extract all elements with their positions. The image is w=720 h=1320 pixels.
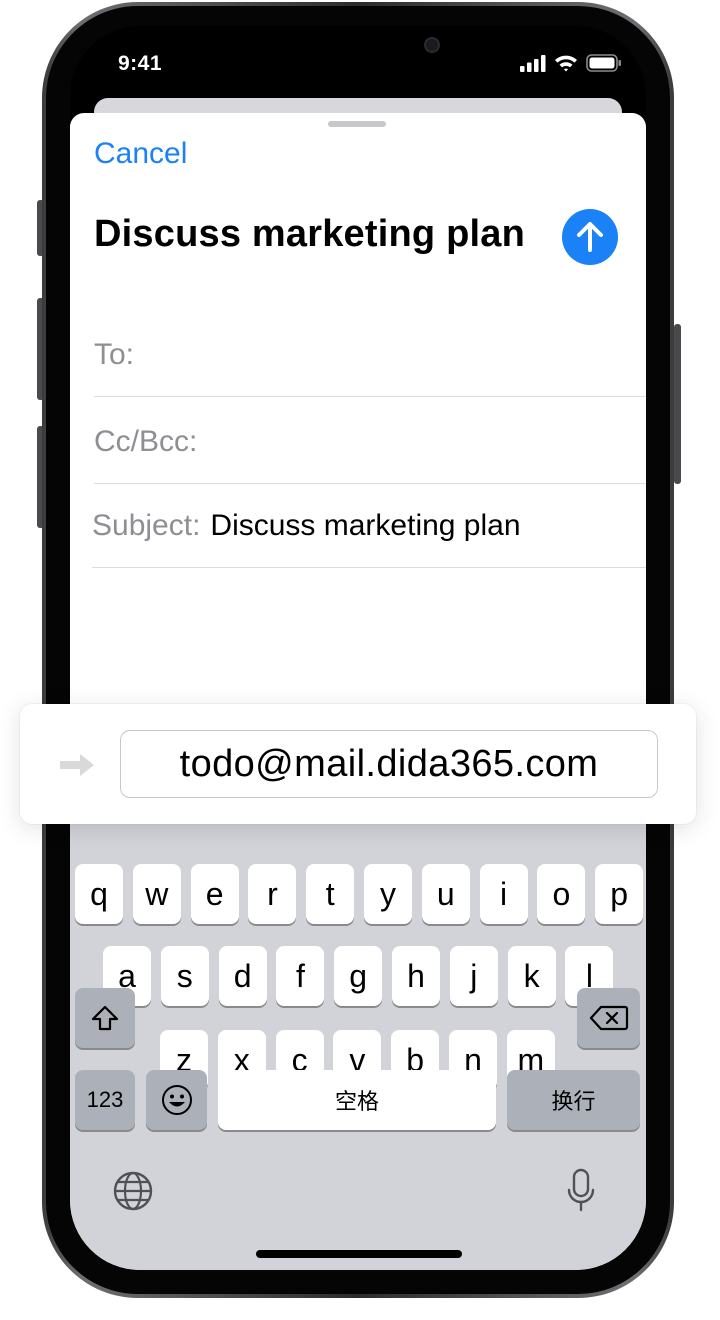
- cc-bcc-label: Cc/Bcc:: [94, 424, 198, 458]
- emoji-icon: [161, 1085, 192, 1115]
- key-y[interactable]: y: [364, 864, 412, 924]
- to-field[interactable]: To:: [94, 313, 646, 397]
- key-j[interactable]: j: [449, 946, 498, 1006]
- power-button: [674, 324, 681, 484]
- key-i[interactable]: i: [479, 864, 528, 924]
- wifi-icon: [555, 55, 577, 72]
- microphone-icon: [567, 1168, 595, 1212]
- compose-title: Discuss marketing plan: [94, 213, 525, 255]
- to-label: To:: [94, 337, 135, 371]
- send-button[interactable]: [562, 209, 618, 265]
- cellular-signal-icon: [520, 55, 546, 72]
- key-f[interactable]: f: [276, 946, 325, 1006]
- shift-key[interactable]: [75, 988, 135, 1048]
- emoji-key[interactable]: [146, 1070, 207, 1130]
- key-s[interactable]: s: [160, 946, 209, 1006]
- subject-value: Discuss marketing plan: [210, 508, 521, 542]
- key-h[interactable]: h: [392, 946, 440, 1006]
- space-key[interactable]: 空格: [218, 1070, 496, 1130]
- status-icons: [520, 54, 622, 72]
- key-e[interactable]: e: [190, 864, 239, 924]
- shift-icon: [91, 1005, 119, 1031]
- key-o[interactable]: o: [537, 864, 586, 924]
- arrow-up-icon: [577, 222, 603, 252]
- keyboard: qwertyuiop asdfghjkl zxcvbnm 123 空格 换行: [70, 822, 646, 1270]
- return-key[interactable]: 换行: [507, 1070, 640, 1130]
- delete-key[interactable]: [577, 988, 640, 1048]
- arrow-right-icon: [60, 754, 94, 776]
- key-g[interactable]: g: [334, 946, 383, 1006]
- key-d[interactable]: d: [218, 946, 267, 1006]
- sheet-grabber[interactable]: [328, 121, 386, 127]
- globe-icon: [113, 1171, 153, 1211]
- cc-bcc-field[interactable]: Cc/Bcc:: [94, 400, 646, 484]
- phone-screen: 9:41 Cancel Discuss marketing plan To: C…: [70, 26, 646, 1270]
- key-t[interactable]: t: [306, 864, 355, 924]
- key-r[interactable]: r: [248, 864, 297, 924]
- status-time: 9:41: [118, 52, 163, 75]
- front-camera-icon: [424, 37, 440, 53]
- globe-button[interactable]: [112, 1170, 154, 1217]
- home-indicator[interactable]: [256, 1250, 462, 1258]
- delete-backspace-icon: [589, 1005, 628, 1031]
- key-p[interactable]: p: [595, 864, 644, 924]
- key-u[interactable]: u: [421, 864, 470, 924]
- key-q[interactable]: q: [75, 864, 123, 924]
- numbers-key[interactable]: 123: [75, 1070, 135, 1130]
- key-k[interactable]: k: [507, 946, 556, 1006]
- email-address-field[interactable]: todo@mail.dida365.com: [120, 730, 658, 798]
- subject-label: Subject:: [92, 508, 201, 542]
- battery-icon: [586, 54, 621, 72]
- key-w[interactable]: w: [132, 864, 181, 924]
- subject-field[interactable]: Subject: Discuss marketing plan: [92, 484, 646, 568]
- cancel-button[interactable]: Cancel: [94, 137, 187, 171]
- microphone-button[interactable]: [566, 1168, 596, 1219]
- email-address-callout: todo@mail.dida365.com: [20, 704, 696, 824]
